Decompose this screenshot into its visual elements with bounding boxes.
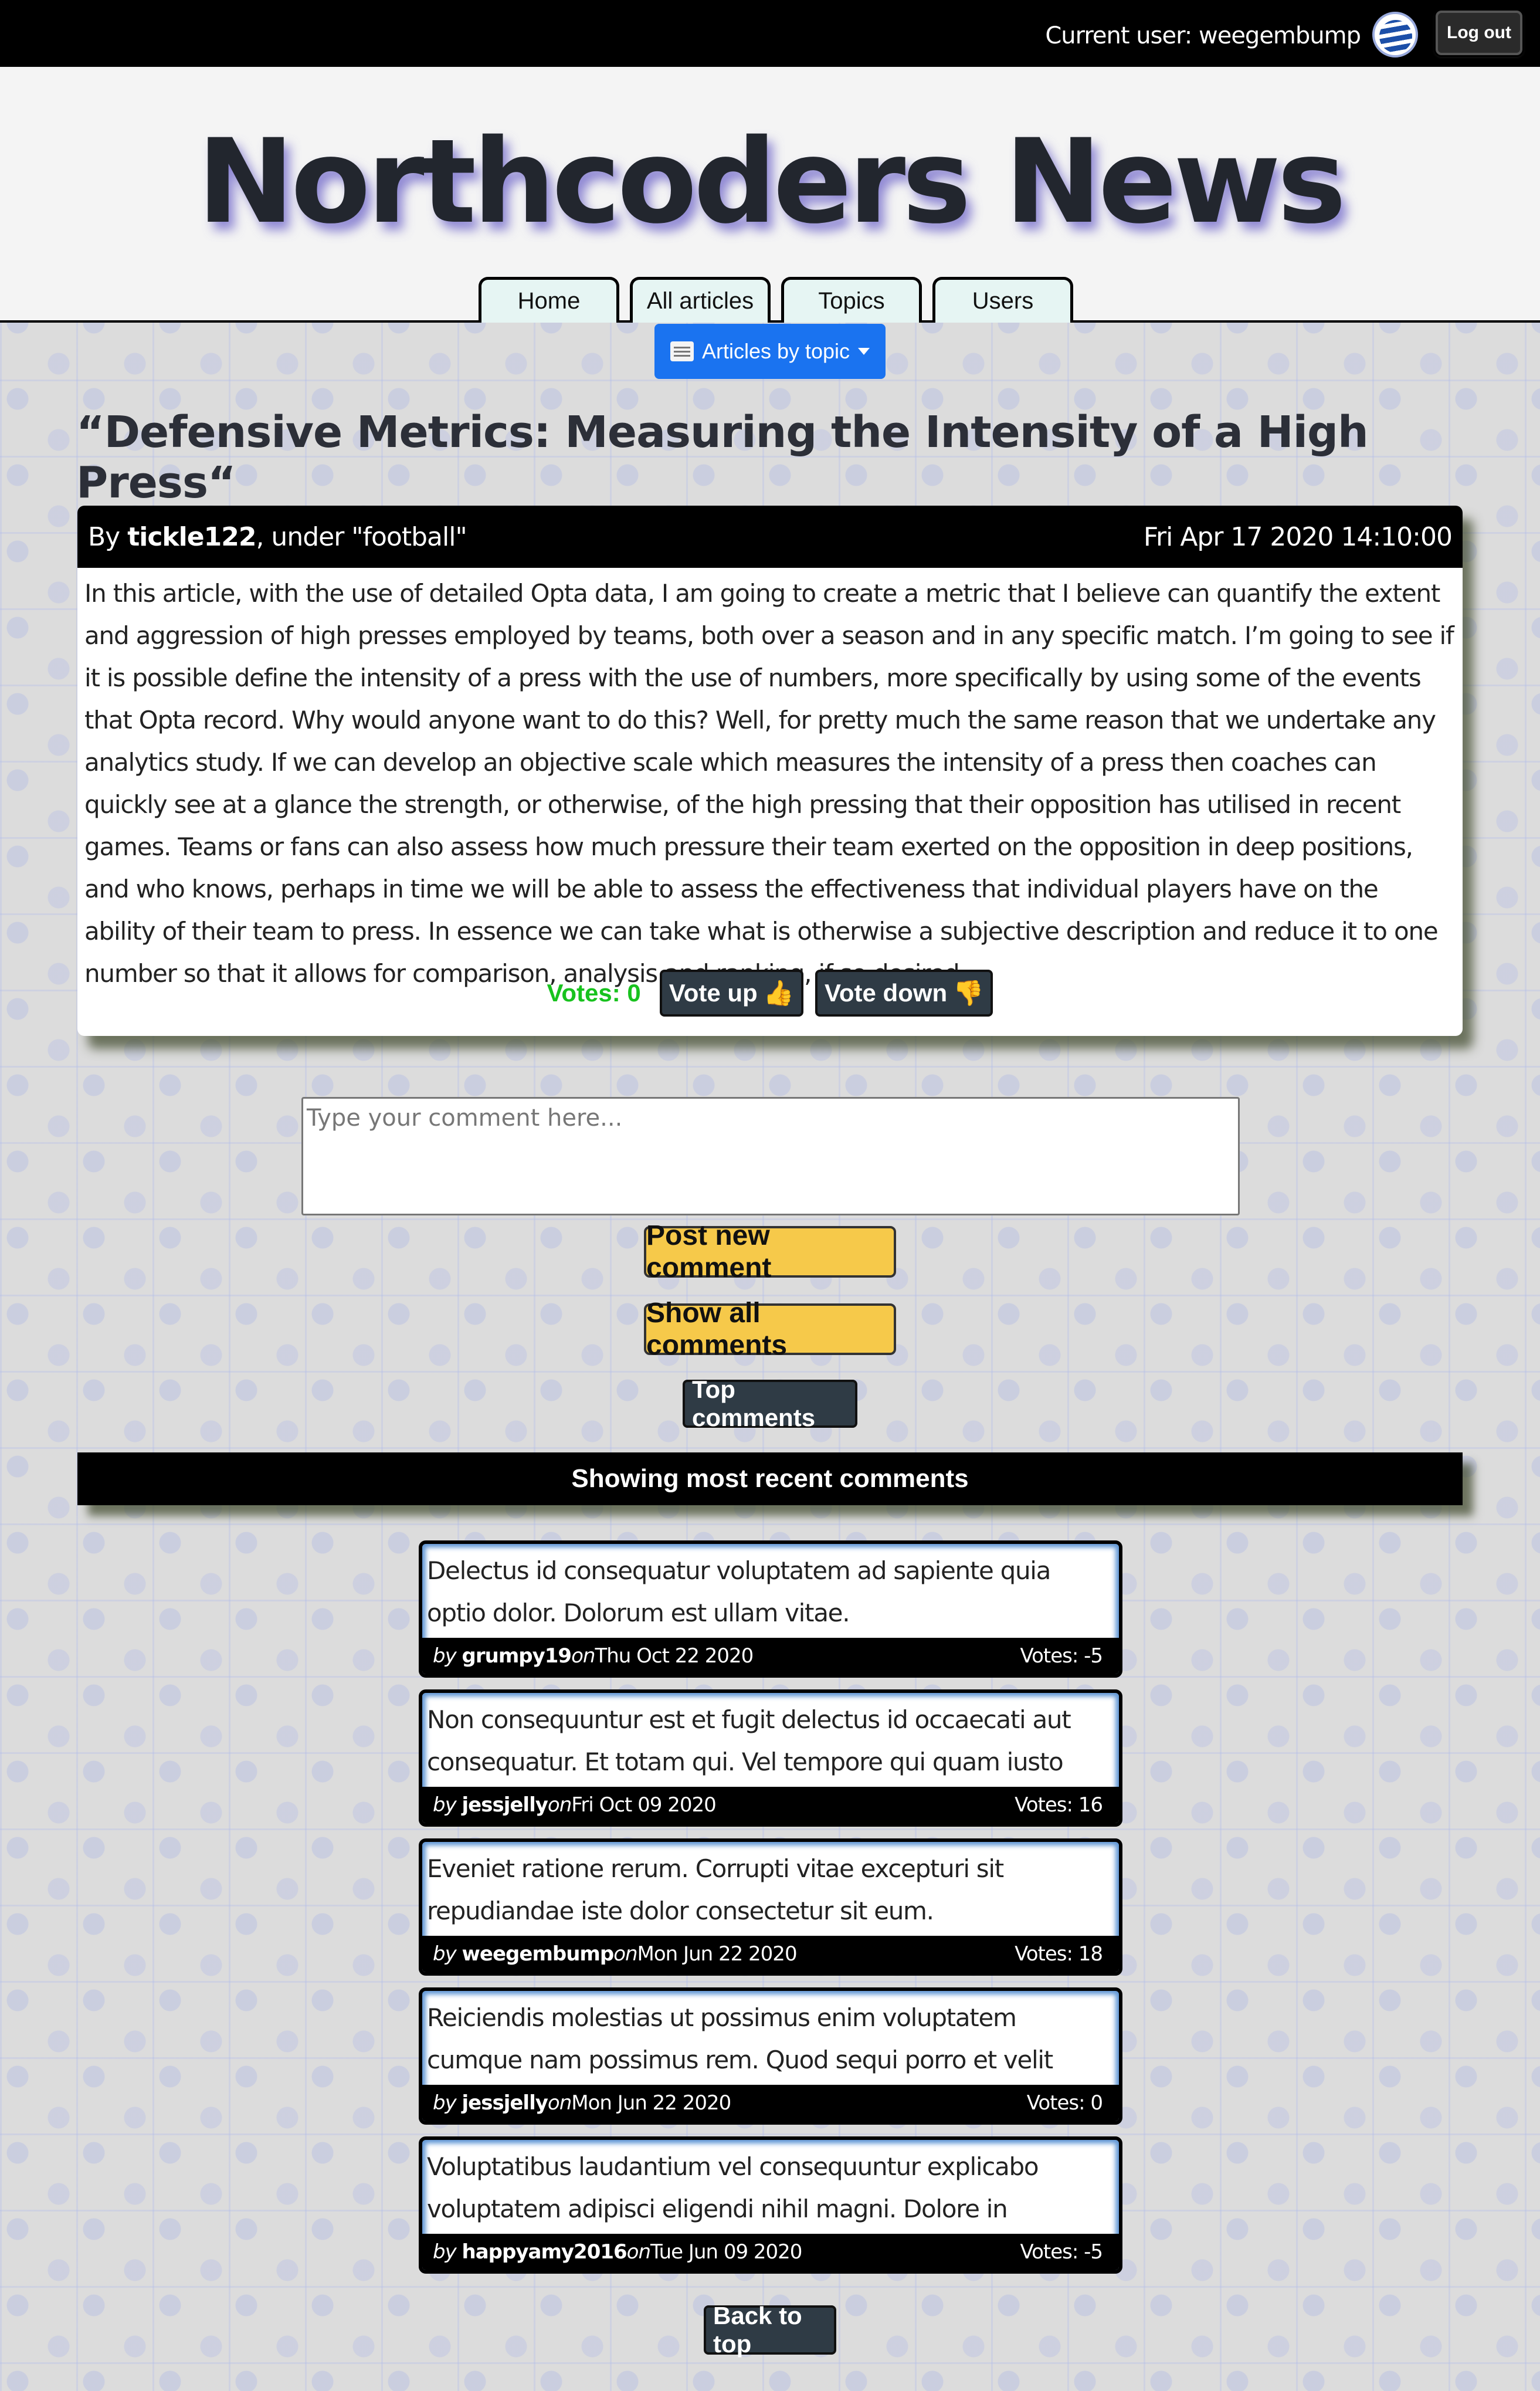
nav-tab-all-articles[interactable]: All articles (630, 277, 771, 323)
nav-tab-users[interactable]: Users (932, 277, 1073, 323)
comment-date: Mon Jun 22 2020 (571, 2091, 731, 2115)
comment-votes: Votes: -5 (1020, 2240, 1103, 2264)
comment-on: on (613, 1942, 637, 1966)
comment-text: Delectus id consequatur voluptatem ad sa… (427, 1556, 1051, 1627)
comment-card: Delectus id consequatur voluptatem ad sa… (419, 1540, 1122, 1678)
current-user-label: Current user: weegembump (1045, 22, 1361, 49)
logout-button[interactable]: Log out (1436, 11, 1522, 55)
comment-text: Voluptatibus laudantium vel consequuntur… (427, 2152, 1039, 2223)
caret-down-icon (858, 348, 870, 355)
nav-tab-home[interactable]: Home (479, 277, 619, 323)
nav-tab-topics[interactable]: Topics (781, 277, 922, 323)
article-topic: , under "football" (256, 521, 467, 552)
top-bar: Current user: weegembump Log out (0, 0, 1540, 67)
comment-author[interactable]: grumpy19 (462, 1644, 572, 1668)
post-comment-button[interactable]: Post new comment (644, 1220, 896, 1283)
article-date: Fri Apr 17 2020 14:10:00 (1143, 521, 1453, 552)
articles-by-topic-dropdown[interactable]: Articles by topic (654, 324, 886, 379)
comment-author[interactable]: happyamy2016 (462, 2240, 627, 2264)
avatar[interactable] (1372, 12, 1418, 57)
vote-row: Votes: 0 Vote up 👍 Vote down 👎 (77, 969, 1463, 1017)
vote-down-button[interactable]: Vote down 👎 (815, 970, 993, 1017)
comment-votes: Votes: -5 (1020, 1644, 1103, 1668)
comment-author[interactable]: jessjelly (462, 1793, 548, 1817)
comment-byline: by jessjellyonFri Oct 09 2020 (433, 1793, 717, 1817)
comment-byline: by jessjellyonMon Jun 22 2020 (433, 2091, 731, 2115)
comment-on: on (571, 1644, 595, 1668)
comment-card: Non consequuntur est et fugit delectus i… (419, 1689, 1122, 1827)
comment-card: Reiciendis molestias ut possimus enim vo… (419, 1987, 1122, 2125)
comment-card: Eveniet ratione rerum. Corrupti vitae ex… (419, 1838, 1122, 1976)
site-title: Northcoders News (197, 114, 1346, 249)
comment-date: Fri Oct 09 2020 (571, 1793, 717, 1817)
vote-down-label: Vote down (824, 979, 948, 1007)
comment-byline: by grumpy19onThu Oct 22 2020 (433, 1644, 754, 1668)
comment-by: by (433, 2091, 462, 2115)
comment-text: Reiciendis molestias ut possimus enim vo… (427, 2003, 1053, 2074)
newspaper-icon (670, 341, 694, 361)
back-to-top-button[interactable]: Back to top (704, 2302, 836, 2358)
vote-up-label: Vote up (669, 979, 758, 1007)
comment-author[interactable]: jessjelly (462, 2091, 548, 2115)
comment-footer: by jessjellyonFri Oct 09 2020 Votes: 16 (422, 1787, 1119, 1823)
article-card: By tickle122, under "football" Fri Apr 1… (77, 506, 1463, 1036)
comment-date: Tue Jun 09 2020 (650, 2240, 802, 2264)
comment-footer: by jessjellyonMon Jun 22 2020 Votes: 0 (422, 2085, 1119, 2121)
comment-by: by (433, 2240, 462, 2264)
thumbs-down-icon: 👎 (953, 978, 984, 1007)
comment-by: by (433, 1644, 462, 1668)
show-all-comments-button[interactable]: Show all comments (644, 1298, 896, 1361)
comment-footer: by grumpy19onThu Oct 22 2020 Votes: -5 (422, 1638, 1119, 1674)
comment-votes: Votes: 16 (1015, 1793, 1103, 1817)
comment-byline: by happyamy2016onTue Jun 09 2020 (433, 2240, 802, 2264)
comment-text: Non consequuntur est et fugit delectus i… (427, 1705, 1071, 1776)
article-votes: Votes: 0 (547, 979, 641, 1007)
comment-card: Voluptatibus laudantium vel consequuntur… (419, 2136, 1122, 2274)
comment-votes: Votes: 0 (1026, 2091, 1103, 2115)
comment-date: Mon Jun 22 2020 (637, 1942, 798, 1966)
comment-on: on (626, 2240, 651, 2264)
article-author[interactable]: tickle122 (127, 522, 256, 552)
comment-on: on (547, 2091, 572, 2115)
vote-up-button[interactable]: Vote up 👍 (659, 970, 803, 1017)
article-body: In this article, with the use of detaile… (84, 579, 1454, 988)
comment-date: Thu Oct 22 2020 (595, 1644, 754, 1668)
comment-by: by (433, 1793, 462, 1817)
article-meta: By tickle122, under "football" Fri Apr 1… (77, 506, 1463, 568)
comment-list: Delectus id consequatur voluptatem ad sa… (419, 1540, 1122, 2285)
article-title: “Defensive Metrics: Measuring the Intens… (76, 407, 1369, 508)
comment-footer: by happyamy2016onTue Jun 09 2020 Votes: … (422, 2234, 1119, 2270)
comment-byline: by weegembumponMon Jun 22 2020 (433, 1942, 798, 1966)
thumbs-up-icon: 👍 (763, 978, 794, 1007)
site-header: Northcoders News Home All articles Topic… (0, 67, 1540, 323)
comment-input[interactable] (301, 1097, 1240, 1215)
main-nav: Home All articles Topics Users (479, 277, 1073, 323)
comment-footer: by weegembumponMon Jun 22 2020 Votes: 18 (422, 1936, 1119, 1972)
by-prefix: By (88, 521, 128, 552)
dropdown-label: Articles by topic (701, 339, 850, 363)
comment-on: on (547, 1793, 572, 1817)
comment-by: by (433, 1942, 462, 1966)
article-byline: By tickle122, under "football" (88, 522, 467, 552)
comment-text: Eveniet ratione rerum. Corrupti vitae ex… (427, 1854, 1004, 1925)
comment-author[interactable]: weegembump (462, 1942, 615, 1966)
top-comments-button[interactable]: Top comments (683, 1376, 857, 1431)
comment-votes: Votes: 18 (1015, 1942, 1103, 1966)
comments-banner: Showing most recent comments (77, 1452, 1463, 1505)
